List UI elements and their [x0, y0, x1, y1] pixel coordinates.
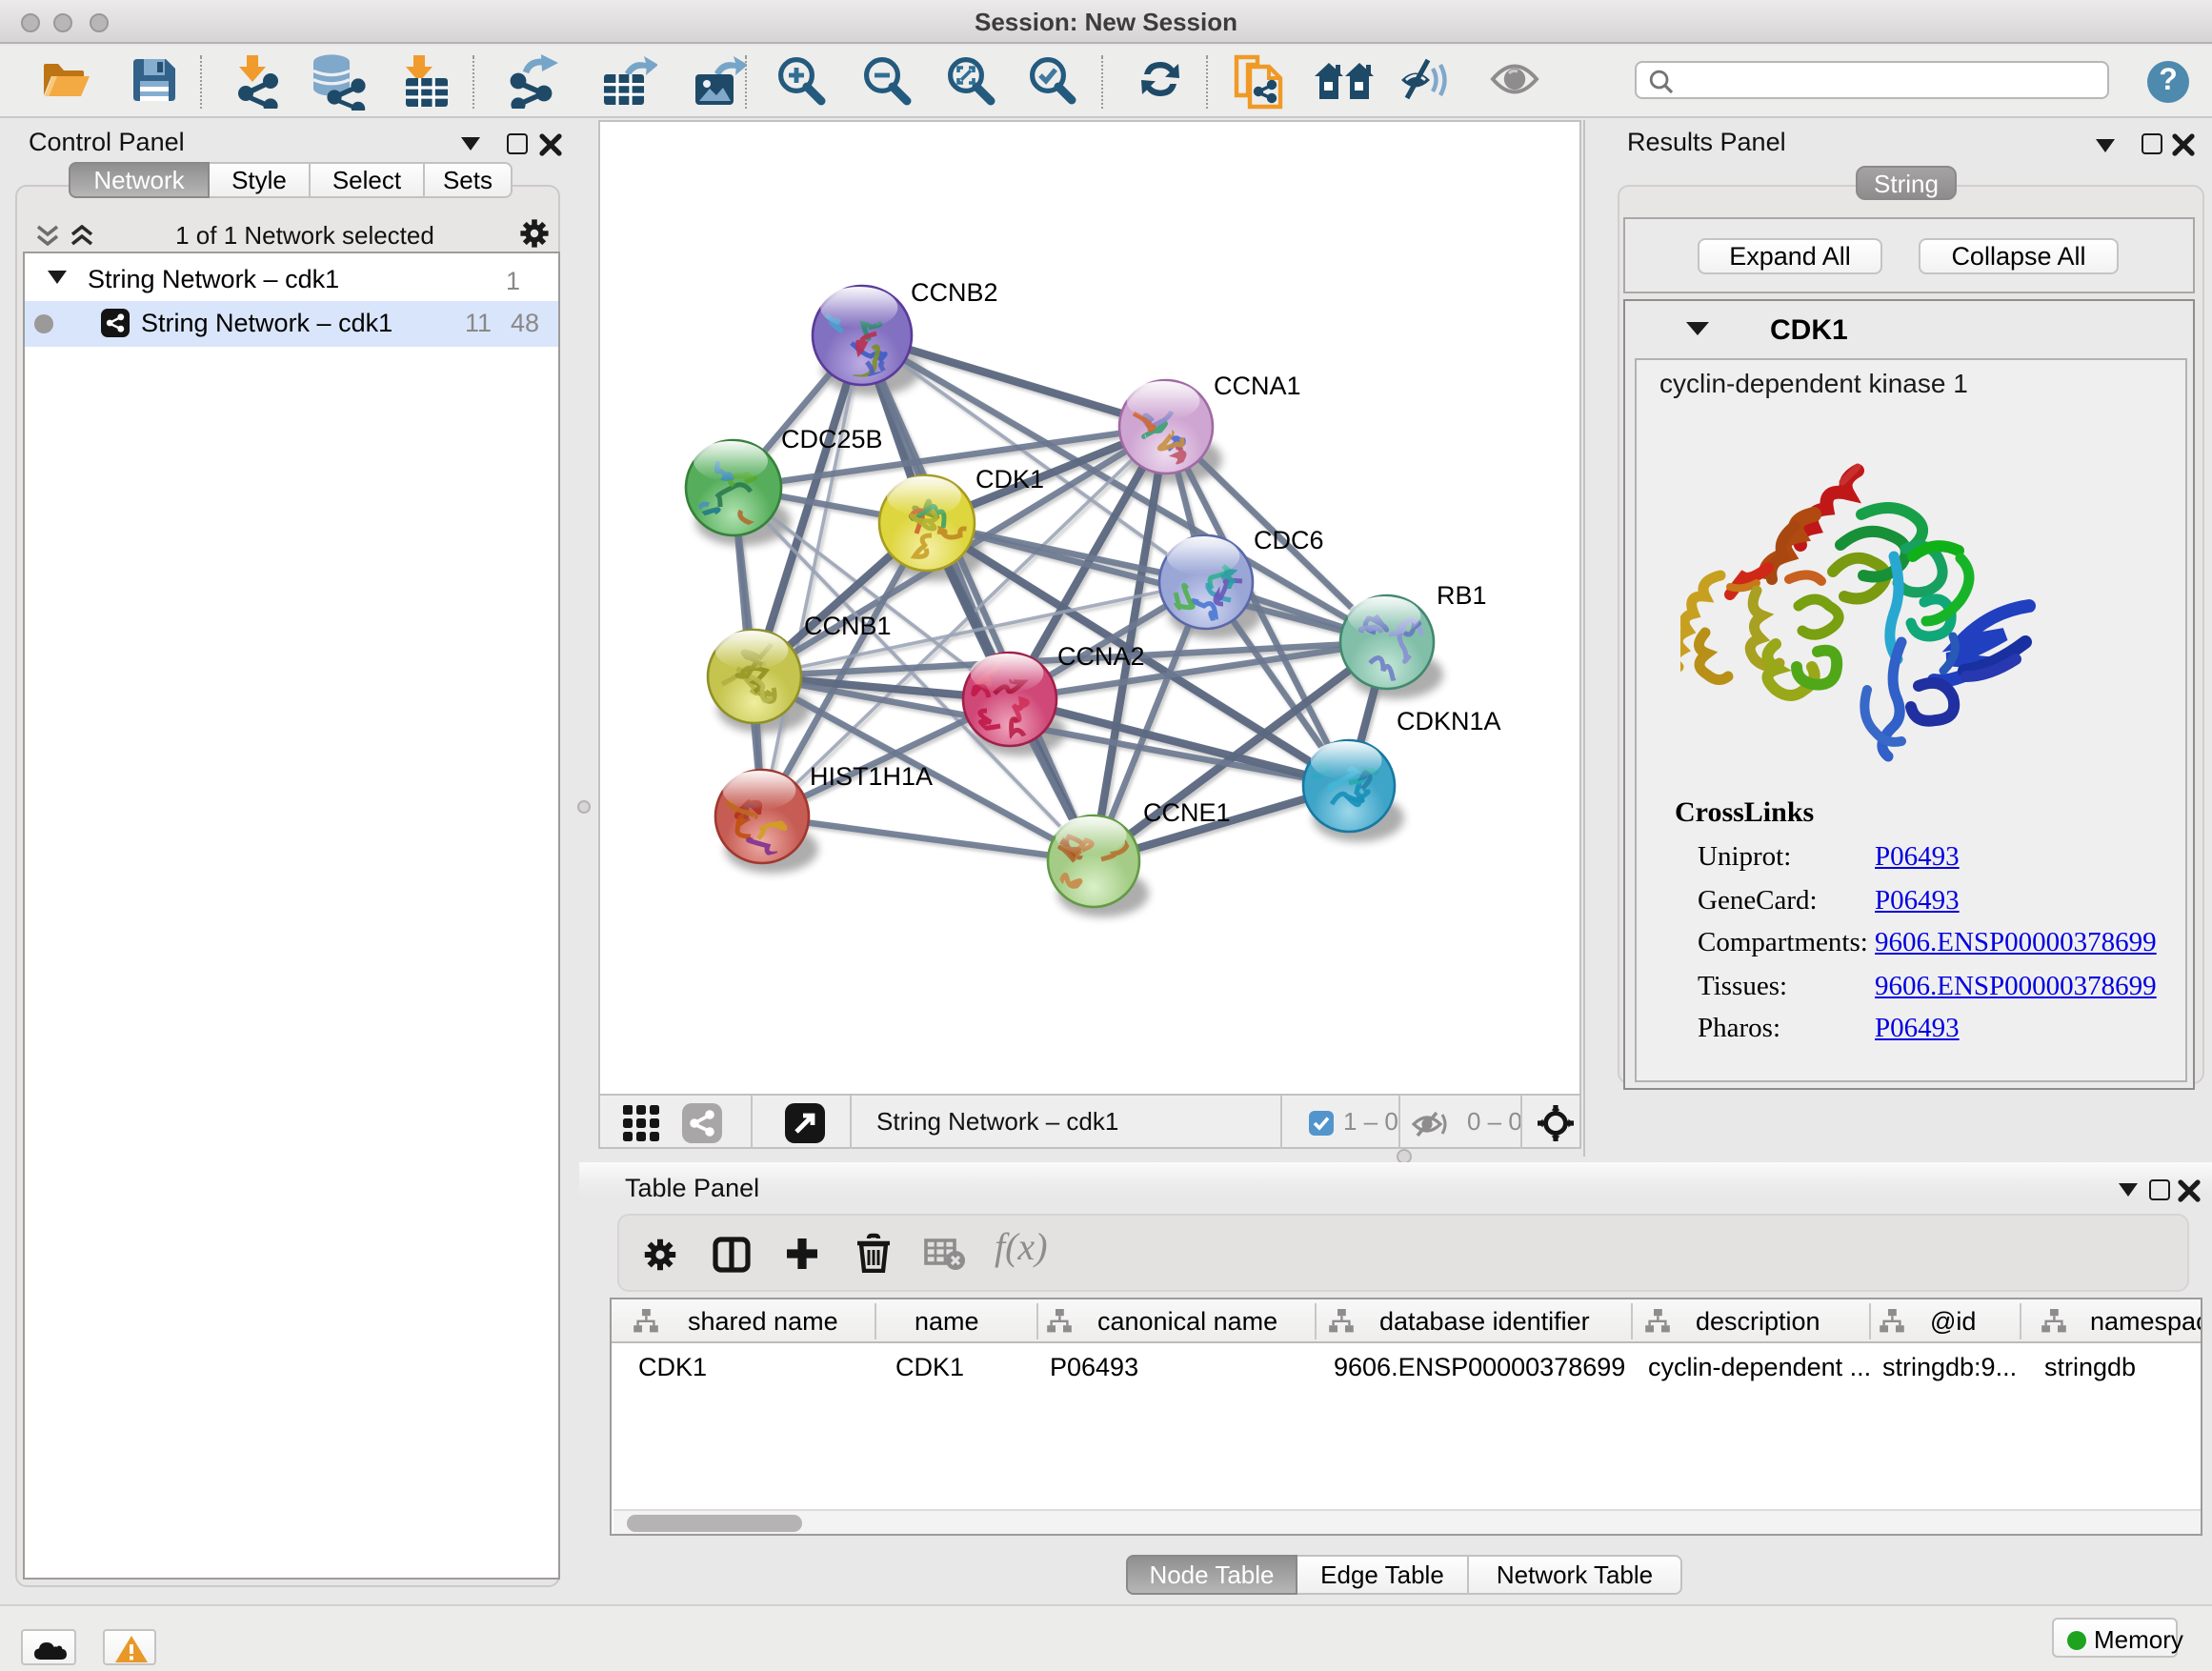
svg-text:CDKN1A: CDKN1A — [1397, 707, 1501, 735]
svg-text:CCNA1: CCNA1 — [1214, 372, 1301, 400]
svg-text:CCNE1: CCNE1 — [1143, 798, 1231, 827]
svg-text:CCNA2: CCNA2 — [1057, 642, 1145, 671]
svg-text:CDK1: CDK1 — [975, 465, 1044, 493]
svg-text:RB1: RB1 — [1437, 581, 1487, 610]
svg-text:CDC6: CDC6 — [1254, 526, 1324, 554]
svg-text:CCNB2: CCNB2 — [911, 278, 998, 307]
svg-text:HIST1H1A: HIST1H1A — [810, 762, 933, 791]
svg-text:CCNB1: CCNB1 — [804, 612, 892, 640]
svg-text:CDC25B: CDC25B — [781, 425, 883, 453]
